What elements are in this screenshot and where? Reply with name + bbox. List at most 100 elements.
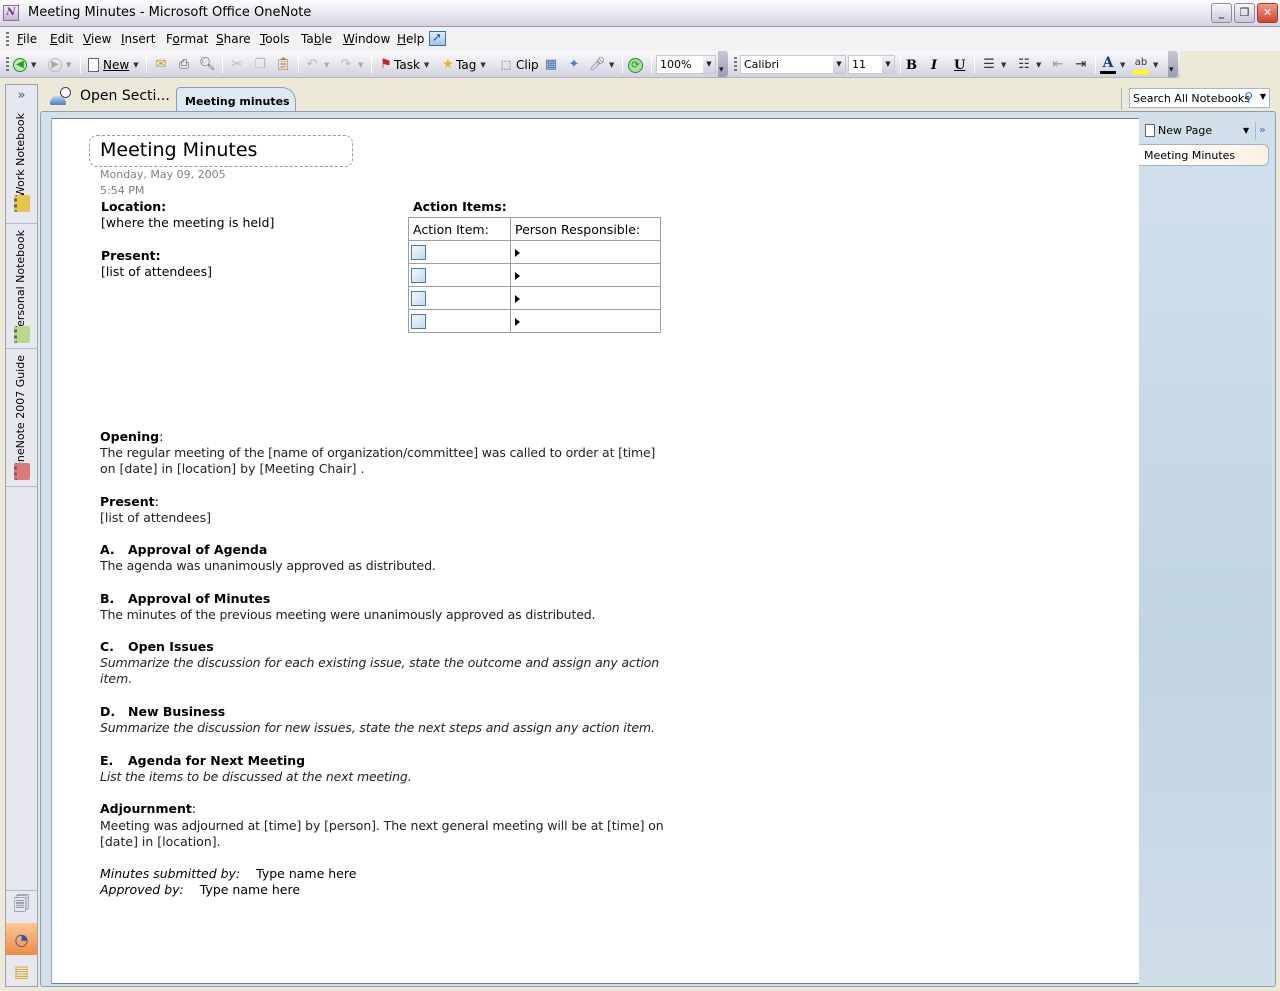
forward-button[interactable]: ▶ ▼ <box>48 56 71 74</box>
section-heading[interactable]: D. New Business <box>100 704 225 720</box>
menu-file[interactable]: File <box>17 32 37 46</box>
decrease-indent-button[interactable]: ⇤ <box>1050 56 1066 74</box>
section-text[interactable]: Summarize the discussion for each existi… <box>100 655 659 671</box>
minutes-submitted-line[interactable]: Minutes submitted by: Type name here <box>100 866 356 882</box>
action-items-table[interactable]: Action Item: Person Responsible: <box>408 217 661 333</box>
unfiled-notes-button[interactable]: 🗐︎ <box>6 890 37 922</box>
todo-checkbox[interactable] <box>411 291 426 306</box>
present2-value[interactable]: [list of attendees] <box>100 510 211 526</box>
action-item-cell[interactable] <box>408 286 511 310</box>
section-heading[interactable]: E. Agenda for Next Meeting <box>100 753 305 769</box>
present-heading-2[interactable]: Present: <box>100 494 159 510</box>
restore-button[interactable]: ❐ <box>1234 3 1255 23</box>
person-responsible-cell[interactable] <box>510 263 661 287</box>
approved-by-line[interactable]: Approved by: Type name here <box>100 882 300 898</box>
close-button[interactable]: ✕ <box>1257 3 1278 23</box>
open-sections-button[interactable]: ◔ <box>6 923 37 955</box>
section-heading[interactable]: B. Approval of Minutes <box>100 591 270 607</box>
expand-navigation-button[interactable]: » <box>6 85 37 107</box>
column-header[interactable]: Person Responsible: <box>510 217 661 241</box>
adjournment-text-line-1[interactable]: Meeting was adjourned at [time] by [pers… <box>100 818 664 834</box>
note-page[interactable]: Meeting Minutes Monday, May 09, 2005 5:5… <box>51 118 1140 984</box>
page-title[interactable]: Meeting Minutes <box>100 139 257 161</box>
page-tab-meeting-minutes[interactable]: Meeting Minutes <box>1139 144 1269 166</box>
help-link-icon[interactable] <box>429 30 446 46</box>
location-label[interactable]: Location: <box>101 199 166 215</box>
italic-button[interactable]: I <box>931 56 937 74</box>
tab-meeting-minutes[interactable]: Meeting minutes <box>176 87 296 112</box>
task-button[interactable]: ⚑ Task ▼ <box>378 56 429 74</box>
opening-heading[interactable]: Opening: <box>100 429 163 445</box>
font-name-select[interactable]: Calibri ▼ <box>740 55 846 74</box>
new-button[interactable]: New ▼ <box>88 56 139 74</box>
menu-view[interactable]: View <box>83 32 111 46</box>
person-responsible-cell[interactable] <box>510 309 661 333</box>
clip-button[interactable]: ⬚ Clip <box>498 56 539 74</box>
location-value[interactable]: [where the meeting is held] <box>101 215 274 231</box>
cut-button[interactable]: ✂ <box>229 56 245 74</box>
menu-tools[interactable]: Tools <box>260 32 290 46</box>
adjournment-heading[interactable]: Adjournment: <box>100 801 196 817</box>
column-header[interactable]: Action Item: <box>408 217 511 241</box>
onenote-app-icon[interactable]: N <box>3 5 19 21</box>
minimize-button[interactable]: _ <box>1211 3 1232 23</box>
back-button[interactable]: ◀ ▼ <box>13 56 36 74</box>
highlight-button[interactable]: ab ▼ <box>1133 56 1158 74</box>
menu-table[interactable]: Table <box>301 32 332 46</box>
menu-insert[interactable]: Insert <box>121 32 155 46</box>
person-responsible-cell[interactable] <box>510 240 661 264</box>
todo-checkbox[interactable] <box>411 314 426 329</box>
numbering-button[interactable]: ☷ ▼ <box>1016 56 1041 74</box>
search-scope-dropdown-icon[interactable]: ▼ <box>1260 92 1266 101</box>
email-button[interactable]: ✉ <box>153 56 169 74</box>
notebook-personal[interactable]: Personal Notebook <box>6 224 37 349</box>
menu-format[interactable]: Format <box>166 32 208 46</box>
formatting-toolbar-options-button[interactable] <box>1168 51 1178 77</box>
present-value[interactable]: [list of attendees] <box>101 264 212 280</box>
toolbar-grip[interactable] <box>6 57 9 71</box>
font-color-button[interactable]: A ▼ <box>1100 56 1125 74</box>
section-text[interactable]: The minutes of the previous meeting were… <box>100 607 596 623</box>
new-page-button[interactable]: New Page <box>1145 124 1212 137</box>
sync-button[interactable]: ⟳ <box>628 56 643 74</box>
insert-table-button[interactable]: ▦ <box>543 56 559 74</box>
adjournment-text-line-2[interactable]: [date] in [location]. <box>100 834 221 850</box>
font-name-dropdown-icon[interactable]: ▼ <box>833 56 845 73</box>
action-items-heading[interactable]: Action Items: <box>413 199 507 215</box>
search-icon[interactable]: ⚲ <box>1244 90 1253 104</box>
menu-edit[interactable]: Edit <box>50 32 73 46</box>
menu-share[interactable]: Share <box>216 32 251 46</box>
copy-button[interactable]: ❐ <box>252 56 268 74</box>
section-text[interactable]: Summarize the discussion for new issues,… <box>100 720 655 736</box>
approved-value[interactable]: Type name here <box>200 882 300 897</box>
print-preview-button[interactable]: 🔍︎ <box>199 56 216 74</box>
section-heading[interactable]: C. Open Issues <box>100 639 214 655</box>
action-item-cell[interactable] <box>408 240 511 264</box>
all-notebooks-button[interactable]: ▤ <box>6 955 37 987</box>
paste-button[interactable]: 📋︎ <box>275 56 292 74</box>
tag-button[interactable]: ★ Tag ▼ <box>440 56 486 74</box>
redo-button[interactable]: ↷ ▼ <box>338 56 364 74</box>
research-button[interactable]: ✦ <box>566 56 582 74</box>
bold-button[interactable]: B <box>906 56 917 74</box>
section-heading[interactable]: A. Approval of Agenda <box>100 542 267 558</box>
font-size-select[interactable]: 11 ▼ <box>848 55 895 74</box>
print-button[interactable]: ⎙ <box>176 56 192 74</box>
formatting-toolbar-grip[interactable] <box>734 57 737 71</box>
font-size-dropdown-icon[interactable]: ▼ <box>882 56 894 73</box>
increase-indent-button[interactable]: ⇥ <box>1073 56 1089 74</box>
menu-window[interactable]: Window <box>343 32 390 46</box>
menu-grip[interactable] <box>6 32 9 46</box>
underline-button[interactable]: U <box>954 56 965 74</box>
action-item-cell[interactable] <box>408 263 511 287</box>
opening-text-line-1[interactable]: The regular meeting of the [name of orga… <box>100 445 655 461</box>
submitted-value[interactable]: Type name here <box>256 866 356 881</box>
section-text[interactable]: List the items to be discussed at the ne… <box>100 769 412 785</box>
opening-text-line-2[interactable]: on [date] in [location] by [Meeting Chai… <box>100 461 364 477</box>
zoom-select[interactable]: 100% ▼ <box>656 55 716 74</box>
section-text[interactable]: item. <box>100 671 132 687</box>
todo-checkbox[interactable] <box>411 245 426 260</box>
bullets-button[interactable]: ☰ ▼ <box>981 56 1006 74</box>
todo-checkbox[interactable] <box>411 268 426 283</box>
audio-record-button[interactable]: 🎤︎ ▼ <box>589 56 614 74</box>
